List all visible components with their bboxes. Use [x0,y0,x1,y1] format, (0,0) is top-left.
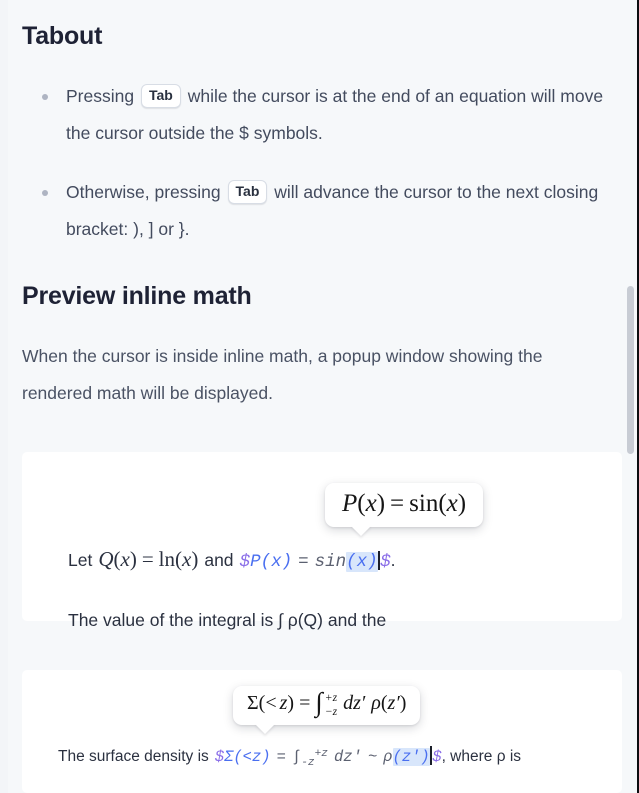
popup-op-paren-open: ( [438,490,447,517]
token-period: . [390,550,396,570]
bullet-dot-icon [42,94,48,100]
math-preview-popup-sin: P(x) = sin(x) [325,483,484,527]
token-integral-upper: +z [314,748,328,760]
page-title-preview-inline-math: Preview inline math [22,282,252,310]
kbd-tab-key: Tab [140,84,181,108]
popup-rho: ρ [371,692,381,715]
rendered-math-op-open: ( [175,547,183,571]
list-item: Otherwise, pressing Tab will advance the… [22,174,612,248]
token-differential: dz' [334,748,362,766]
source-suffix: , where ρ is [441,748,522,765]
clipped-next-line: The value of the integral is ∫ ρ(Q) and … [68,610,387,630]
token-dollar-close: $ [432,748,442,766]
bullet-text-before-key: Pressing [66,86,135,106]
source-line-sin[interactable]: Let Q(x) = ln(x) and $P(x) = sin(x) $. [68,546,396,575]
popup-argument: x [365,490,377,517]
popup-integral-limits: +z −z [325,692,337,717]
token-operator-sin: sin [314,552,347,572]
token-rho: ρ [383,748,393,766]
popup-equals: = [299,692,311,715]
popup-function-name: P [342,490,358,517]
token-equals: = [298,552,309,572]
popup-integral-lower: −z [324,704,338,718]
left-gutter [0,0,8,793]
bullet-text-before-key: Otherwise, pressing [66,182,221,202]
popup-integral-upper: +z [324,691,338,704]
popup-integral-sign: ∫ [315,687,323,718]
token-dollar-open: $ [214,748,225,766]
app-window: Tabout Pressing Tab while the cursor is … [0,0,639,793]
preview-inline-math-paragraph: When the cursor is inside inline math, a… [22,346,543,403]
rendered-math-fn: Q [98,547,114,571]
token-dollar-close: $ [380,552,391,572]
rendered-math-close: ) [129,547,137,571]
token-equals: = [276,748,286,766]
popup-less-than: < [265,692,277,715]
list-item: Pressing Tab while the cursor is at the … [22,78,612,152]
source-prefix: Let [68,550,93,570]
rendered-math-open: ( [113,547,121,571]
token-integral: ∫ [291,748,302,766]
popup-differential: dz′ [343,692,366,715]
source-line-sigma[interactable]: The surface density is $Σ(<z) = ∫-z+z dz' ~ ρ(… [58,741,521,776]
popup-equals: = [390,490,405,517]
popup-paren-open: ( [357,490,366,517]
math-preview-popup-sigma: Σ(< z) = ∫ +z −z dz′ ρ(z′) [233,686,421,726]
rendered-math-operator-ln: ln [158,547,176,571]
popup-op-paren-close: ) [457,490,467,517]
rendered-math-equals: = [141,547,154,571]
popup-rho-arg: z′ [387,692,400,715]
token-integral-lower: -z [301,757,315,769]
kbd-tab-key: Tab [227,180,268,204]
token-tilde: ~ [367,748,378,766]
token-function-call: P(x) [250,552,293,572]
page-title-tabout: Tabout [22,22,103,50]
rendered-math-op-close: ) [191,547,199,571]
popup-sigma: Σ [247,692,259,715]
vertical-scrollbar-track[interactable] [627,0,637,793]
popup-paren-close: ) [287,692,295,715]
rendered-math-op-arg: x [182,547,192,571]
demo-card-sin: P(x) = sin(x) [22,452,622,621]
token-selected-bracket: (z') [392,748,430,766]
popup-paren-close: ) [376,490,386,517]
popup-rho-open: ( [380,692,388,715]
popup-rho-close: ) [399,692,407,715]
source-prefix: The surface density is [58,748,209,765]
token-selected-bracket: (x) [346,552,378,572]
token-sigma-expr: Σ(<z) [224,748,271,766]
bullet-dot-icon [42,190,48,196]
token-dollar-open: $ [239,552,251,572]
rendered-math-arg: x [120,547,130,571]
tabout-bullet-list: Pressing Tab while the cursor is at the … [22,78,612,270]
demo-card-sin-inner: P(x) = sin(x) [22,452,622,621]
popup-operator-sin: sin [409,490,439,517]
popup-op-argument: x [446,490,458,517]
vertical-scrollbar-thumb[interactable] [627,286,634,454]
source-middle: and [204,550,234,570]
